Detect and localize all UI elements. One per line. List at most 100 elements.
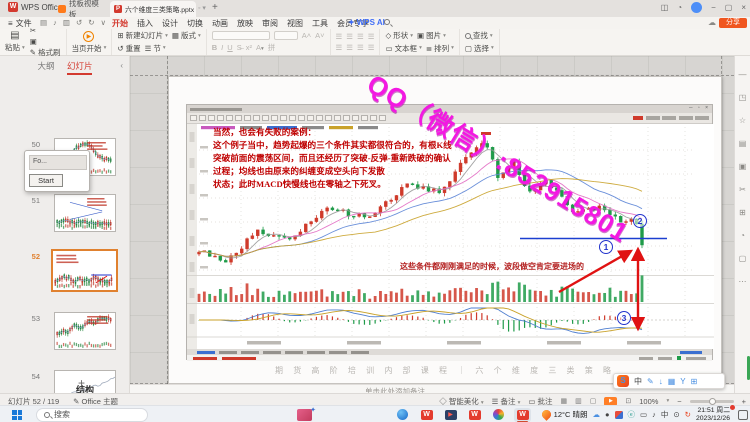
add-slide-button[interactable]: + — [78, 376, 85, 390]
align-left-icon[interactable]: ☰ — [336, 43, 343, 52]
font-family-select[interactable] — [212, 31, 270, 40]
redo-icon[interactable]: ↻ — [88, 18, 94, 27]
cut-button[interactable]: ✂ — [30, 26, 61, 35]
taskbar-search[interactable]: 搜索 — [36, 408, 148, 422]
indent-increase-icon[interactable]: ☰ — [368, 32, 375, 41]
chart-panel-icon[interactable]: ⊞ — [735, 208, 750, 217]
find-button[interactable]: 查找▾ — [465, 30, 494, 41]
weather-widget[interactable]: 12°C 晴朗 — [542, 409, 588, 420]
select-button[interactable]: ▢选择▾ — [465, 43, 494, 54]
ime-mode-tray-icon[interactable]: 中 — [661, 409, 669, 420]
ime-grid-icon[interactable]: ⊞ — [691, 377, 698, 386]
sync-tray-icon[interactable]: ↻ — [685, 410, 691, 419]
textbox-button[interactable]: ▭文本框▾ — [385, 43, 421, 54]
file-menu[interactable]: ≡ 文件 — [8, 18, 32, 29]
normal-view-icon[interactable]: ▦ — [561, 397, 568, 405]
screenshot-tray-icon[interactable] — [615, 411, 623, 419]
bold-button[interactable]: B — [212, 43, 217, 52]
decrease-font-icon[interactable]: A˅ — [315, 31, 324, 40]
media-app-icon[interactable]: ▶ — [442, 408, 459, 422]
browser-app-icon[interactable] — [394, 408, 411, 422]
ime-keyboard-icon[interactable]: ▦ — [668, 377, 676, 386]
minimize-button[interactable]: − — [711, 3, 716, 12]
slide-thumbnail-53[interactable] — [54, 312, 116, 350]
user-avatar[interactable] — [691, 2, 702, 13]
slide-thumbnail-52-selected[interactable] — [51, 249, 118, 292]
ime-toolbar[interactable]: S 中 ✎ ↓ ▦ Y ⊞ — [613, 373, 725, 389]
bullet-list-icon[interactable]: ☰ — [336, 32, 343, 41]
align-right-icon[interactable]: ☰ — [357, 43, 364, 52]
browser-tray-icon[interactable]: ⓔ — [628, 409, 636, 420]
widget-field[interactable]: Fo... — [29, 155, 87, 170]
picture-button[interactable]: ▣图片▾ — [417, 30, 446, 41]
zoom-slider-thumb[interactable] — [709, 398, 716, 405]
more-tools-icon[interactable]: ⋯ — [735, 277, 750, 286]
font-color-icon[interactable]: A▾ — [256, 43, 264, 52]
line-spacing-icon[interactable]: ☰ — [368, 43, 375, 52]
cloud-sync-icon[interactable]: ☁ — [708, 18, 716, 27]
print-icon[interactable]: ▥ — [63, 18, 70, 27]
wps-app-icon-active[interactable]: W — [514, 408, 531, 422]
wps-app-icon[interactable]: W — [418, 408, 435, 422]
maximize-button[interactable]: ▢ — [725, 3, 733, 12]
tab-outline[interactable]: 大纲 — [38, 61, 55, 71]
favorites-icon[interactable]: ☆ — [735, 116, 750, 125]
reading-view-icon[interactable]: ▢ — [590, 397, 597, 405]
italic-button[interactable]: I — [221, 43, 223, 52]
new-tab-button[interactable]: + — [212, 2, 218, 13]
layout-button[interactable]: ▦版式▾ — [172, 30, 201, 41]
floating-recorder-widget[interactable]: Fo... Start — [24, 150, 90, 192]
search-icon[interactable] — [384, 19, 390, 25]
sogou-logo-icon[interactable]: S — [617, 375, 629, 387]
shape-panel-icon[interactable]: ▢ — [735, 254, 750, 263]
arrange-button[interactable]: ≣排列▾ — [426, 43, 454, 54]
cloud-tray-icon[interactable]: ☁ — [593, 410, 601, 419]
undo-icon[interactable]: ↺ — [76, 18, 82, 27]
photos-app-icon[interactable] — [490, 408, 507, 422]
tab-slides[interactable]: 幻灯片 — [67, 61, 93, 75]
properties-icon[interactable]: ◳ — [735, 93, 750, 102]
more-icon[interactable]: ∨ — [101, 18, 107, 27]
crop-icon[interactable]: ✂ — [735, 185, 750, 194]
numbered-list-icon[interactable]: ☰ — [346, 32, 353, 41]
wps-app-icon[interactable]: W — [466, 408, 483, 422]
wps-ai-button[interactable]: ✦ WPS AI — [348, 18, 385, 27]
ime-mode-label[interactable]: 中 — [634, 376, 642, 387]
new-slide-button[interactable]: ⊞新建幻灯片▾ — [117, 30, 168, 41]
collapse-panel-icon[interactable]: ‹ — [120, 61, 123, 70]
widgets-icon[interactable] — [297, 409, 312, 421]
shapes-button[interactable]: ◇形状▾ — [385, 30, 413, 41]
home-template-tab[interactable]: 找板视模板 — [54, 1, 106, 16]
highlight-icon[interactable]: 拼 — [268, 42, 276, 53]
editing-canvas[interactable]: ─ ▫ × 当然，也会有失败的案例： 这个例子当中，趋势起爆的三个条件其实都很符… — [130, 56, 734, 384]
ime-skin-icon[interactable]: Y — [680, 377, 685, 386]
zoom-slider[interactable] — [690, 400, 734, 403]
ime-pen-icon[interactable]: ✎ — [647, 377, 654, 386]
reset-button[interactable]: ↺重置 — [117, 43, 140, 54]
strikethrough-icon[interactable]: S̶ — [237, 43, 242, 52]
skin-icon[interactable]: ◔ — [677, 3, 682, 12]
paste-button[interactable]: ▤ 粘贴▾ — [5, 31, 25, 53]
drag-handle-icon[interactable]: — — [735, 70, 750, 79]
start-menu-button[interactable] — [12, 410, 22, 420]
font-size-select[interactable] — [274, 31, 298, 40]
help-icon[interactable]: ◔ — [735, 231, 750, 240]
increase-font-icon[interactable]: A˄ — [302, 31, 311, 40]
ime-mic-icon[interactable]: ↓ — [659, 377, 663, 386]
share-button[interactable]: 分享 — [719, 18, 747, 29]
underline-button[interactable]: U — [227, 43, 232, 52]
indent-decrease-icon[interactable]: ☰ — [357, 32, 364, 41]
start-button[interactable]: Start — [29, 174, 63, 187]
sorter-view-icon[interactable]: ▥ — [575, 397, 582, 405]
document-tab[interactable]: P 六个维度三类策略.pptx — [110, 1, 196, 17]
play-from-current-button[interactable]: ▶ 当页开始▾ — [72, 31, 107, 54]
close-button[interactable]: × — [741, 3, 746, 12]
fit-window-icon[interactable]: ⊡ — [625, 397, 631, 405]
tab-pin-icon[interactable]: ◦ ▾ — [198, 4, 206, 12]
notification-center-icon[interactable] — [738, 410, 748, 420]
sound-tray-icon[interactable]: ♪ — [652, 410, 656, 419]
image-panel-icon[interactable]: ▣ — [735, 162, 750, 171]
network-tray-icon[interactable]: ⊙ — [673, 410, 679, 419]
copy-button[interactable]: ▣ — [30, 37, 61, 46]
taskbar-clock[interactable]: 21:51 周二 2023/12/26 — [696, 407, 733, 422]
